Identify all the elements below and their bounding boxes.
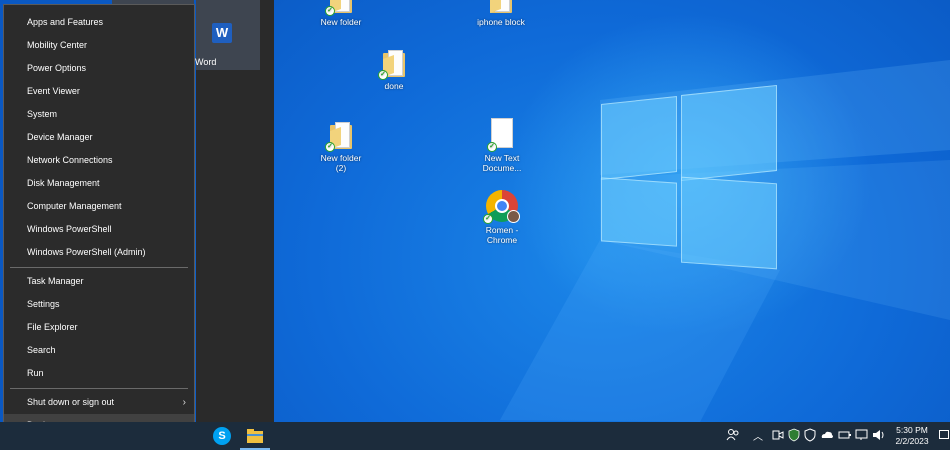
- winx-context-menu: Apps and Features Mobility Center Power …: [3, 4, 195, 440]
- sync-check-icon: ✓: [325, 6, 335, 16]
- menu-item-apps-and-features[interactable]: Apps and Features: [4, 11, 194, 34]
- windows-logo-pane-bl: [601, 177, 677, 247]
- word-tile[interactable]: W Word: [195, 0, 260, 70]
- desktop-icon-label: Romen - Chrome: [485, 225, 519, 245]
- menu-item-settings[interactable]: Settings: [4, 293, 194, 316]
- display-icon[interactable]: [855, 428, 869, 442]
- chevron-up-icon[interactable]: ︿: [753, 428, 763, 443]
- desktop-icon-new-folder[interactable]: ✓ New folder: [306, 0, 376, 27]
- desktop-icon-new-folder-2[interactable]: ✓ New folder (2): [306, 122, 376, 173]
- desktop-icon-label: iphone block: [477, 17, 525, 27]
- menu-separator: [10, 388, 188, 389]
- folder-icon: ✓: [325, 122, 354, 152]
- word-tile-label: Word: [195, 57, 217, 67]
- desktop-icon-new-text-document[interactable]: ✓ New Text Docume...: [467, 118, 537, 173]
- desktop-icon-done[interactable]: ✓ done: [359, 50, 429, 91]
- sync-check-icon: ✓: [483, 214, 493, 224]
- desktop-icon-chrome[interactable]: ✓ Romen - Chrome: [467, 190, 537, 245]
- menu-item-system[interactable]: System: [4, 103, 194, 126]
- folder-icon: [488, 0, 514, 14]
- menu-item-windows-powershell-admin[interactable]: Windows PowerShell (Admin): [4, 241, 194, 264]
- folder-icon: ✓: [378, 50, 407, 80]
- desktop-icon-iphone-block[interactable]: iphone block: [466, 0, 536, 27]
- volume-icon[interactable]: [872, 428, 886, 442]
- menu-item-computer-management[interactable]: Computer Management: [4, 195, 194, 218]
- clock-date: 2/2/2023: [895, 436, 929, 446]
- windows-logo-pane-tr: [681, 84, 777, 182]
- menu-item-windows-powershell[interactable]: Windows PowerShell: [4, 218, 194, 241]
- menu-item-mobility-center[interactable]: Mobility Center: [4, 34, 194, 57]
- sync-check-icon: ✓: [325, 142, 335, 152]
- menu-item-power-options[interactable]: Power Options: [4, 57, 194, 80]
- desktop-icon-label: done: [384, 81, 404, 91]
- sync-check-icon: ✓: [378, 70, 388, 80]
- menu-separator: [10, 267, 188, 268]
- notifications-icon[interactable]: [939, 430, 949, 439]
- security-icon[interactable]: [788, 428, 800, 442]
- meet-now-icon[interactable]: [772, 428, 784, 442]
- chrome-icon: ✓: [483, 190, 520, 224]
- desktop-icon-label: New folder (2): [320, 153, 362, 173]
- chevron-right-icon: ›: [182, 397, 186, 408]
- clock-time: 5:30 PM: [896, 425, 928, 435]
- menu-item-disk-management[interactable]: Disk Management: [4, 172, 194, 195]
- profile-avatar-icon: [507, 210, 520, 223]
- text-file-icon: ✓: [487, 118, 514, 152]
- file-explorer-icon[interactable]: [246, 427, 264, 445]
- menu-item-device-manager[interactable]: Device Manager: [4, 126, 194, 149]
- menu-item-search[interactable]: Search: [4, 339, 194, 362]
- menu-item-network-connections[interactable]: Network Connections: [4, 149, 194, 172]
- bluetooth-battery-icon[interactable]: [838, 428, 852, 442]
- sync-check-icon: ✓: [487, 142, 497, 152]
- taskbar-clock[interactable]: 5:30 PM 2/2/2023: [890, 425, 934, 447]
- menu-item-task-manager[interactable]: Task Manager: [4, 270, 194, 293]
- people-icon[interactable]: [726, 428, 740, 442]
- taskbar: S ︿ 5:30 PM 2/2/2023: [0, 422, 950, 450]
- menu-item-run[interactable]: Run: [4, 362, 194, 385]
- menu-item-file-explorer[interactable]: File Explorer: [4, 316, 194, 339]
- desktop-icon-label: New folder: [320, 17, 362, 27]
- onedrive-icon[interactable]: [820, 428, 834, 442]
- word-icon: W: [212, 23, 232, 43]
- shield-icon[interactable]: [804, 428, 816, 442]
- skype-icon[interactable]: S: [213, 427, 231, 445]
- menu-item-event-viewer[interactable]: Event Viewer: [4, 80, 194, 103]
- desktop-icon-label: New Text Docume...: [482, 153, 522, 173]
- windows-logo-pane-br: [681, 176, 777, 270]
- menu-item-shut-down-or-sign-out[interactable]: Shut down or sign out ›: [4, 391, 194, 414]
- folder-icon: ✓: [325, 0, 354, 16]
- windows-logo-pane-tl: [601, 96, 677, 180]
